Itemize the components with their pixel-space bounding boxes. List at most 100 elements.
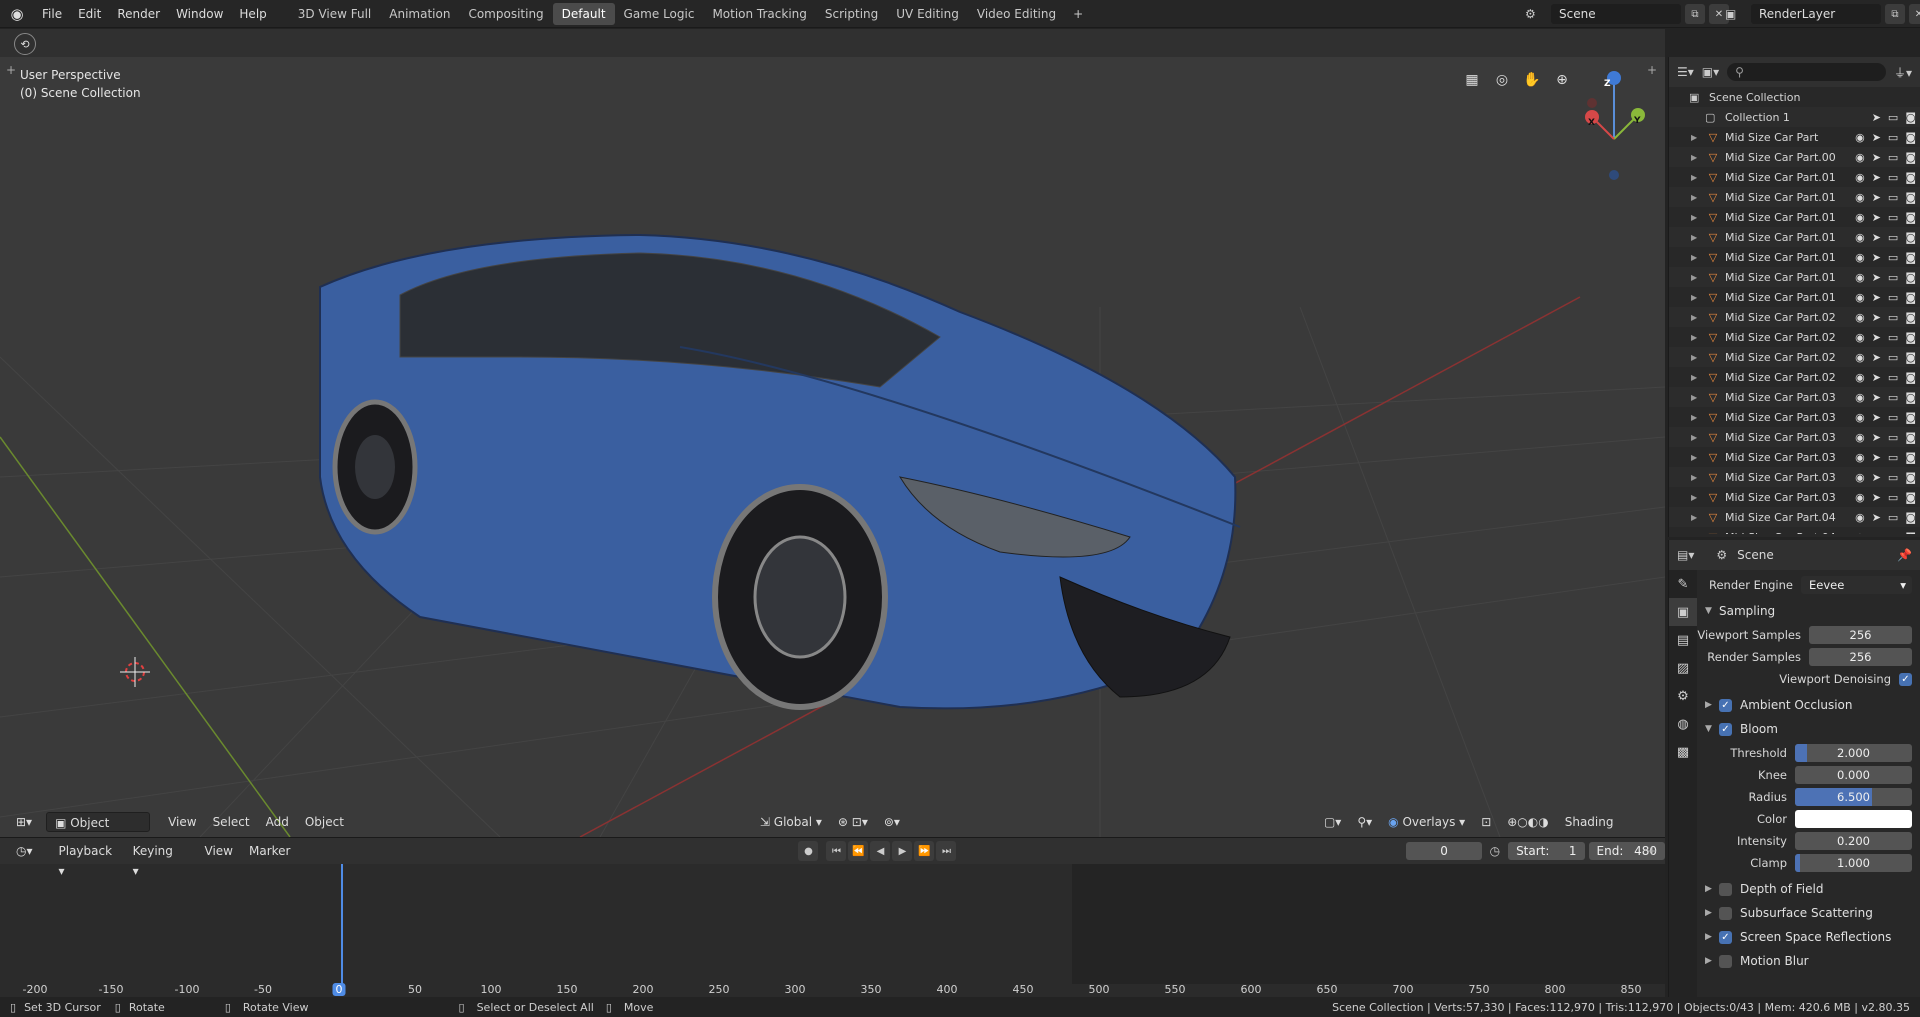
outliner-item[interactable]: ▶ ▽ Mid Size Car Part.01 ◉ ➤ ▭ ◙ bbox=[1669, 287, 1920, 307]
knee-slider[interactable]: 0.000 bbox=[1795, 766, 1912, 784]
item-toggles[interactable]: ◉ ➤ ▭ ◙ bbox=[1855, 471, 1916, 484]
item-toggles[interactable]: ◉ ➤ ▭ ◙ bbox=[1855, 271, 1916, 284]
expand-arrow-icon[interactable]: ▶ bbox=[1691, 393, 1705, 402]
visibility-eye-icon[interactable]: ◉ bbox=[1855, 431, 1865, 444]
viewport-toggle-icon[interactable]: ▭ bbox=[1888, 431, 1898, 444]
visibility-eye-icon[interactable]: ◉ bbox=[1855, 371, 1865, 384]
render-samples-field[interactable]: 256 bbox=[1809, 648, 1912, 666]
menu-window[interactable]: Window bbox=[168, 0, 231, 28]
next-keyframe-icon[interactable]: ⏩ bbox=[914, 841, 935, 861]
tab-game-logic[interactable]: Game Logic bbox=[615, 3, 704, 25]
menu-view[interactable]: View bbox=[160, 812, 204, 832]
item-toggles[interactable]: ◉ ➤ ▭ ◙ bbox=[1855, 231, 1916, 244]
sampling-panel-header[interactable]: ▼ Sampling bbox=[1697, 600, 1920, 622]
outliner-item[interactable]: ▶ ▽ Mid Size Car Part.02 ◉ ➤ ▭ ◙ bbox=[1669, 367, 1920, 387]
tab-compositing[interactable]: Compositing bbox=[459, 3, 552, 25]
tab-scripting[interactable]: Scripting bbox=[816, 3, 887, 25]
viewport-toggle-icon[interactable]: ▭ bbox=[1888, 371, 1898, 384]
radius-slider[interactable]: 6.500 bbox=[1795, 788, 1912, 806]
outliner-item[interactable]: ▶▽ Mid Size Car Part.04 ◉ ➤ ▭ ◙ bbox=[1669, 527, 1920, 535]
select-toggle-icon[interactable]: ➤ bbox=[1872, 211, 1881, 224]
world-tab-icon[interactable]: ◍ bbox=[1669, 710, 1697, 738]
menu-help[interactable]: Help bbox=[231, 0, 274, 28]
sidebar-toggle-icon[interactable]: + bbox=[1647, 63, 1657, 77]
select-toggle-icon[interactable]: ➤ bbox=[1872, 371, 1881, 384]
outliner-item[interactable]: ▶ ▽ Mid Size Car Part.01 ◉ ➤ ▭ ◙ bbox=[1669, 227, 1920, 247]
menu-object[interactable]: Object bbox=[297, 812, 352, 832]
outliner-item[interactable]: ▶ ▽ Mid Size Car Part.03 ◉ ➤ ▭ ◙ bbox=[1669, 427, 1920, 447]
viewport-toggle-icon[interactable]: ▭ bbox=[1888, 251, 1898, 264]
item-toggles[interactable]: ◉ ➤ ▭ ◙ bbox=[1855, 291, 1916, 304]
expand-arrow-icon[interactable]: ▶ bbox=[1691, 493, 1705, 502]
texture-tab-icon[interactable]: ▩ bbox=[1669, 738, 1697, 766]
outliner-item[interactable]: ▶ ▽ Mid Size Car Part.01 ◉ ➤ ▭ ◙ bbox=[1669, 247, 1920, 267]
expand-arrow-icon[interactable]: ▶ bbox=[1691, 133, 1705, 142]
add-workspace-icon[interactable]: + bbox=[1065, 7, 1091, 21]
render-tab-icon[interactable]: ▣ bbox=[1669, 598, 1697, 626]
jump-end-icon[interactable]: ⏭ bbox=[936, 841, 957, 861]
expand-arrow-icon[interactable]: ▶ bbox=[1691, 153, 1705, 162]
viewport-toggle-icon[interactable]: ▭ bbox=[1888, 471, 1898, 484]
camera-view-icon[interactable]: ◎ bbox=[1490, 68, 1514, 92]
visibility-eye-icon[interactable]: ◉ bbox=[1855, 411, 1865, 424]
render-toggle-icon[interactable]: ◙ bbox=[1905, 151, 1916, 164]
viewport-toggle-icon[interactable]: ▭ bbox=[1888, 331, 1898, 344]
render-toggle-icon[interactable]: ◙ bbox=[1905, 351, 1916, 364]
select-toggle-icon[interactable]: ➤ bbox=[1872, 231, 1881, 244]
outliner-item[interactable]: ▶ ▽ Mid Size Car Part.00 ◉ ➤ ▭ ◙ bbox=[1669, 147, 1920, 167]
render-toggle-icon[interactable]: ◙ bbox=[1905, 331, 1916, 344]
visibility-eye-icon[interactable]: ◉ bbox=[1855, 511, 1865, 524]
outliner-item[interactable]: ▶ ▽ Mid Size Car Part.01 ◉ ➤ ▭ ◙ bbox=[1669, 167, 1920, 187]
viewport-toggle-icon[interactable]: ▭ bbox=[1888, 351, 1898, 364]
outliner-item[interactable]: ▶ ▽ Mid Size Car Part.03 ◉ ➤ ▭ ◙ bbox=[1669, 467, 1920, 487]
preview-range-icon[interactable]: ◷ bbox=[1490, 844, 1500, 858]
bloom-color-swatch[interactable] bbox=[1795, 810, 1912, 828]
prev-keyframe-icon[interactable]: ⏪ bbox=[848, 841, 869, 861]
visibility-eye-icon[interactable]: ◉ bbox=[1855, 351, 1865, 364]
scene-icon[interactable]: ⚙ bbox=[1525, 7, 1547, 21]
select-toggle-icon[interactable]: ➤ bbox=[1872, 131, 1881, 144]
viewport-toggle-icon[interactable]: ▭ bbox=[1888, 391, 1898, 404]
threshold-slider[interactable]: 2.000 bbox=[1795, 744, 1912, 762]
play-reverse-icon[interactable]: ◀ bbox=[870, 841, 891, 861]
visibility-eye-icon[interactable]: ◉ bbox=[1855, 331, 1865, 344]
collection-toggles[interactable]: ➤ ▭ ◙ bbox=[1872, 111, 1916, 124]
render-toggle-icon[interactable]: ◙ bbox=[1905, 451, 1916, 464]
expand-arrow-icon[interactable]: ▶ bbox=[1691, 353, 1705, 362]
outliner-item[interactable]: ▶ ▽ Mid Size Car Part.01 ◉ ➤ ▭ ◙ bbox=[1669, 207, 1920, 227]
render-toggle-icon[interactable]: ◙ bbox=[1905, 111, 1916, 124]
new-layer-icon[interactable]: ⧉ bbox=[1885, 4, 1905, 24]
select-toggle-icon[interactable]: ➤ bbox=[1872, 191, 1881, 204]
expand-arrow-icon[interactable]: ▶ bbox=[1691, 273, 1705, 282]
properties-editor-icon[interactable]: ▤▾ bbox=[1677, 548, 1694, 562]
viewport-toggle-icon[interactable]: ▭ bbox=[1888, 411, 1898, 424]
pivot-icon[interactable]: ⊛ ⊡▾ bbox=[830, 812, 876, 832]
subsurface-header[interactable]: ▶ Subsurface Scattering bbox=[1697, 902, 1920, 924]
view-layer-tab-icon[interactable]: ▨ bbox=[1669, 654, 1697, 682]
select-toggle-icon[interactable]: ➤ bbox=[1872, 171, 1881, 184]
item-toggles[interactable]: ◉ ➤ ▭ ◙ bbox=[1855, 211, 1916, 224]
select-toggle-icon[interactable]: ➤ bbox=[1872, 491, 1881, 504]
viewport-toggle-icon[interactable]: ▭ bbox=[1888, 111, 1898, 124]
item-toggles[interactable]: ◉ ➤ ▭ ◙ bbox=[1855, 511, 1916, 524]
intensity-slider[interactable]: 0.200 bbox=[1795, 832, 1912, 850]
menu-timeline-view[interactable]: View bbox=[197, 841, 241, 861]
depth-of-field-checkbox[interactable] bbox=[1719, 882, 1732, 896]
viewport-toggle-icon[interactable]: ▭ bbox=[1888, 191, 1898, 204]
render-toggle-icon[interactable]: ◙ bbox=[1905, 171, 1916, 184]
menu-playback[interactable]: Playback ▾ bbox=[51, 841, 125, 878]
outliner-item[interactable]: ▶ ▽ Mid Size Car Part.01 ◉ ➤ ▭ ◙ bbox=[1669, 187, 1920, 207]
visibility-eye-icon[interactable]: ◉ bbox=[1855, 191, 1865, 204]
playhead-line[interactable] bbox=[341, 864, 343, 994]
menu-keying[interactable]: Keying ▾ bbox=[125, 841, 187, 878]
menu-render[interactable]: Render bbox=[109, 0, 168, 28]
outliner-item[interactable]: ▶ ▽ Mid Size Car Part.02 ◉ ➤ ▭ ◙ bbox=[1669, 327, 1920, 347]
expand-arrow-icon[interactable]: ▶ bbox=[1691, 413, 1705, 422]
outliner-editor[interactable]: ☰▾ ▣▾ ⚲ ⏚▾ ▣ Scene Collection ▢ Collecti… bbox=[1668, 57, 1920, 537]
item-toggles[interactable]: ◉ ➤ ▭ ◙ bbox=[1855, 191, 1916, 204]
toolbar-toggle-icon[interactable]: + bbox=[6, 63, 16, 77]
outliner-item[interactable]: ▶ ▽ Mid Size Car Part ◉ ➤ ▭ ◙ bbox=[1669, 127, 1920, 147]
viewport-toggle-icon[interactable]: ▭ bbox=[1888, 171, 1898, 184]
render-toggle-icon[interactable]: ◙ bbox=[1905, 491, 1916, 504]
viewport-toggle-icon[interactable]: ▭ bbox=[1888, 211, 1898, 224]
